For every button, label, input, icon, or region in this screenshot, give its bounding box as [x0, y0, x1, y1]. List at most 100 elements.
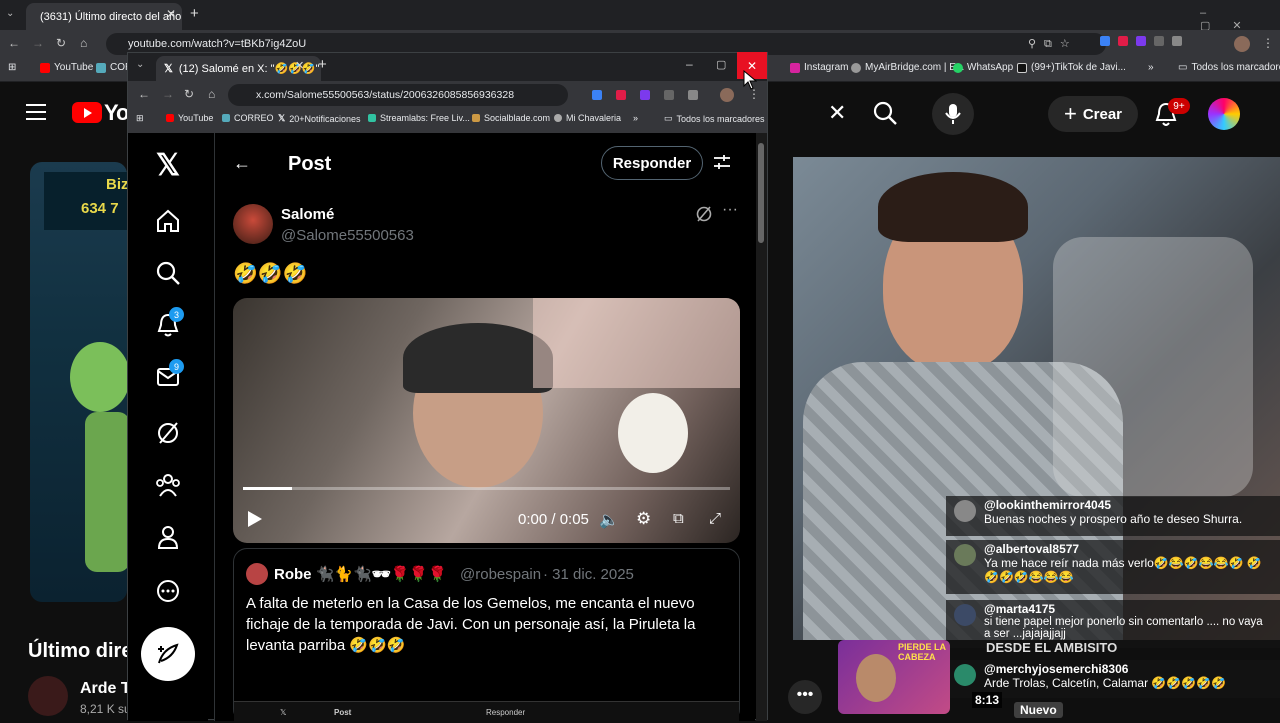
related-video-thumbnail[interactable]: PIERDE LA CABEZA — [838, 640, 950, 714]
plus-icon: + — [1063, 101, 1077, 126]
new-tab-icon[interactable]: + — [190, 5, 199, 22]
channel-name[interactable]: Arde T — [80, 680, 131, 698]
home-icon[interactable]: ⌂ — [80, 36, 87, 50]
bookmark-label: MyAirBridge.com | E... — [865, 62, 965, 73]
bookmark-label: Mi Chavaleria — [566, 113, 622, 123]
apps-icon[interactable]: ⊞ — [8, 62, 16, 73]
author-name[interactable]: Salomé — [281, 206, 334, 223]
chat-avatar — [954, 604, 976, 626]
all-bookmarks[interactable]: ▭ Todos los marcadores — [1178, 62, 1280, 73]
video-progress-track[interactable] — [243, 487, 730, 490]
front-apps-icon[interactable]: ⊞ — [136, 113, 144, 124]
forward-icon[interactable]: → — [32, 36, 44, 50]
reload-icon[interactable]: ↻ — [56, 36, 66, 50]
filter-settings-icon[interactable] — [713, 153, 731, 171]
alien-body-image — [85, 412, 130, 572]
front-reload-icon[interactable]: ↻ — [184, 87, 194, 101]
front-bookmarks-overflow-icon[interactable]: » — [633, 113, 638, 123]
front-back-icon[interactable]: ← — [138, 87, 150, 101]
front-tab-close-icon[interactable]: ✕ — [295, 59, 304, 72]
quote-avatar[interactable] — [246, 563, 268, 585]
post-more-icon[interactable]: ··· — [722, 201, 738, 219]
play-icon[interactable] — [247, 510, 263, 528]
explore-nav-icon[interactable] — [148, 253, 188, 293]
post-video[interactable]: 0:00 / 0:05 🔈 ⚙ ⧉ ⤢ — [233, 298, 740, 543]
chat-user: @albertoval8577 — [984, 542, 1080, 556]
home-nav-icon[interactable] — [148, 201, 188, 241]
front-bookmark-chavaleria[interactable]: Mi Chavaleria — [554, 113, 621, 123]
bookmark-tiktok[interactable]: (99+)TikTok de Javi... — [1017, 62, 1126, 73]
reply-button[interactable]: Responder — [601, 146, 703, 180]
quoted-post[interactable]: Robe 🐈‍⬛🐈🐈‍⬛🕶🌹🌹🌹 @robespain · 31 dic. 20… — [233, 548, 740, 723]
quote-handle[interactable]: @robespain — [460, 566, 541, 583]
create-button[interactable]: + Crear — [1048, 96, 1138, 132]
window-controls[interactable]: –▢✕ — [1200, 7, 1280, 32]
yt-account-avatar[interactable] — [1208, 98, 1240, 130]
outer-toolbar-icons[interactable]: ⚲⧉☆ — [1028, 37, 1078, 51]
video-plush-image — [618, 393, 688, 473]
bookmark-instagram[interactable]: Instagram — [790, 62, 848, 73]
extension-icons[interactable] — [1100, 36, 1220, 52]
outer-active-tab[interactable]: (3631) Último directo del año - — [26, 3, 182, 30]
search-icon[interactable] — [872, 100, 898, 126]
front-extension-icons[interactable] — [592, 90, 710, 102]
outer-menu-icon[interactable]: ⋮ — [1262, 36, 1274, 50]
chat-avatar — [954, 664, 976, 686]
front-home-icon[interactable]: ⌂ — [208, 87, 215, 101]
thumb-face-image — [856, 654, 896, 702]
channel-avatar[interactable] — [28, 676, 68, 716]
front-bookmarks-bar: ⊞ YouTube CORREO 𝕏 20+Notificaciones Stre… — [128, 109, 767, 133]
scrollbar-thumb[interactable] — [758, 143, 764, 243]
front-bookmark-notificaciones[interactable]: 𝕏 20+Notificaciones — [278, 113, 361, 124]
more-nav-icon[interactable] — [148, 571, 188, 611]
back-icon[interactable]: ← — [8, 36, 20, 50]
notifications-nav-icon[interactable]: 3 — [148, 305, 188, 345]
front-bookmark-correo[interactable]: CORREO — [222, 113, 274, 123]
grok-nav-icon[interactable] — [148, 413, 188, 453]
front-profile-avatar[interactable] — [720, 88, 734, 102]
front-tab-search-icon[interactable]: ⌄ — [136, 59, 144, 70]
yt-menu-icon[interactable] — [26, 104, 46, 120]
communities-nav-icon[interactable] — [148, 465, 188, 505]
back-arrow-icon[interactable]: ← — [233, 153, 251, 174]
author-handle[interactable]: @Salome55500563 — [281, 227, 414, 244]
front-bookmark-youtube[interactable]: YouTube — [166, 113, 213, 123]
maximize-icon[interactable]: ▢ — [716, 58, 726, 71]
tab-search-icon[interactable]: ⌄ — [6, 8, 14, 19]
messages-badge: 9 — [169, 359, 184, 374]
bookmarks-overflow-icon[interactable]: » — [1148, 62, 1154, 73]
all-bookmarks-label: Todos los marcadores — [1191, 62, 1280, 73]
video-settings-icon[interactable]: ⚙ — [636, 509, 651, 529]
front-bookmark-socialblade[interactable]: Socialblade.com — [472, 113, 550, 123]
bookmark-myairbridge[interactable]: MyAirBridge.com | E... — [851, 62, 964, 73]
fullscreen-icon[interactable]: ⤢ — [709, 510, 721, 527]
compose-post-icon[interactable] — [141, 627, 195, 681]
quote-author-name[interactable]: Robe 🐈‍⬛🐈🐈‍⬛🕶🌹🌹🌹 — [274, 565, 447, 583]
bookmark-label: (99+)TikTok de Javi... — [1031, 62, 1126, 73]
profile-nav-icon[interactable] — [148, 517, 188, 557]
bookmark-label: WhatsApp — [967, 62, 1014, 73]
bookmark-youtube[interactable]: YouTube — [40, 62, 93, 73]
ad-panel[interactable]: Biz 634 7 — [30, 162, 130, 602]
more-actions-icon[interactable]: ••• — [788, 680, 822, 714]
front-bookmark-streamlabs[interactable]: Streamlabs: Free Liv... — [368, 113, 470, 123]
messages-nav-icon[interactable]: 9 — [148, 357, 188, 397]
front-forward-icon[interactable]: → — [162, 87, 174, 101]
post-detail: ← Post Responder Salomé @Salome55500563 … — [215, 133, 755, 723]
pip-icon[interactable]: ⧉ — [673, 510, 684, 527]
page-scrollbar[interactable] — [756, 133, 767, 721]
front-new-tab-icon[interactable]: + — [318, 56, 327, 73]
x-logo-icon[interactable]: 𝕏 — [148, 145, 188, 185]
profile-avatar[interactable] — [1234, 36, 1250, 52]
youtube-logo-icon[interactable] — [72, 102, 102, 123]
author-avatar[interactable] — [233, 204, 273, 244]
volume-icon[interactable]: 🔈 — [599, 510, 619, 530]
front-url-field[interactable]: x.com/Salome55500563/status/200632608585… — [228, 84, 568, 106]
minimize-icon[interactable]: – — [686, 57, 693, 71]
search-clear-icon[interactable]: ✕ — [828, 100, 846, 126]
voice-search-icon[interactable] — [932, 93, 974, 135]
grok-post-icon[interactable] — [695, 205, 713, 223]
bookmark-whatsapp[interactable]: WhatsApp — [953, 62, 1013, 73]
front-all-bookmarks[interactable]: ▭ Todos los marcadores — [664, 113, 765, 124]
outer-tab-close-icon[interactable]: ✕ — [166, 7, 176, 21]
